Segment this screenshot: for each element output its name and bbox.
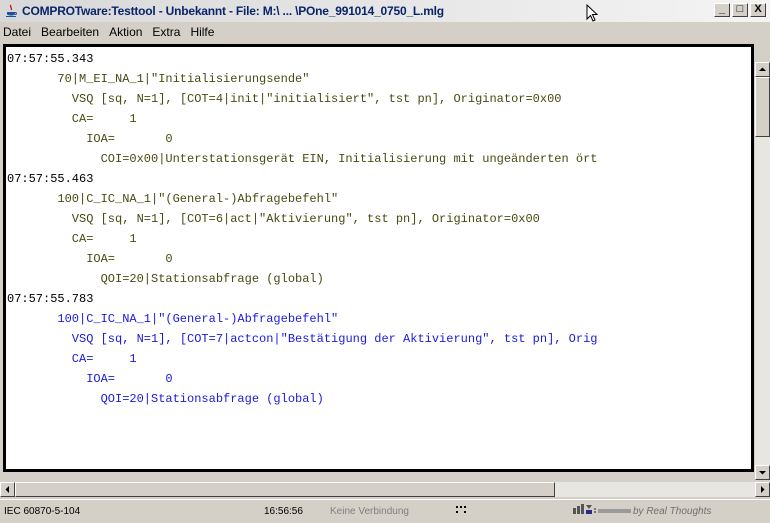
log-entry-line: IOA= 0 (86, 372, 173, 386)
scroll-up-button[interactable] (755, 62, 770, 77)
connection-dots-icon (455, 504, 473, 519)
log-entry-line: 100|C_IC_NA_1|"(General-)Abfragebefehl" (57, 312, 339, 326)
scroll-down-button[interactable] (755, 465, 770, 480)
menu-extra[interactable]: Extra (147, 25, 185, 39)
status-bar: IEC 60870-5-104 16:56:56 Keine Verbindun… (0, 499, 770, 523)
status-connection: Keine Verbindung (330, 506, 409, 517)
log-entry-line: 70|M_EI_NA_1|"Initialisierungsende" (57, 72, 310, 86)
menu-bearbeiten[interactable]: Bearbeiten (36, 25, 104, 39)
log-entry-line: VSQ [sq, N=1], [COT=7|actcon|"Bestätigun… (71, 332, 598, 346)
status-brand: by Real Thoughts (633, 506, 712, 517)
menu-aktion[interactable]: Aktion (104, 25, 147, 39)
menu-datei[interactable]: Datei (0, 25, 36, 39)
log-list: 07:57:55.343 70|M_EI_NA_1|"Initialisierun… (7, 49, 597, 409)
menu-hilfe[interactable]: Hilfe (185, 25, 219, 39)
vertical-scroll-thumb[interactable] (755, 77, 770, 137)
log-entry-line: CA= 1 (71, 112, 137, 126)
log-entry-line: 100|C_IC_NA_1|"(General-)Abfragebefehl" (57, 192, 339, 206)
log-entry-line: IOA= 0 (86, 132, 173, 146)
java-app-icon (4, 4, 18, 18)
maximize-button[interactable]: □ (732, 3, 748, 17)
log-entry-line: IOA= 0 (86, 252, 173, 266)
horizontal-scroll-thumb[interactable] (15, 482, 555, 497)
window-title: COMPROTware:Testtool - Unbekannt - File:… (22, 4, 444, 18)
minimize-button[interactable]: _ (714, 3, 730, 17)
title-bar: COMPROTware:Testtool - Unbekannt - File:… (0, 0, 770, 22)
status-time: 16:56:56 (264, 506, 303, 517)
vertical-scrollbar[interactable] (755, 62, 770, 480)
scroll-left-button[interactable] (0, 482, 15, 497)
log-entry-line: CA= 1 (71, 352, 137, 366)
arrow-down-icon (759, 471, 766, 475)
log-panel[interactable]: 07:57:55.343 70|M_EI_NA_1|"Initialisierun… (3, 44, 754, 472)
log-entry-line: QOI=20|Stationsabfrage (global) (100, 272, 324, 286)
menu-bar: Datei Bearbeiten Aktion Extra Hilfe (0, 22, 770, 42)
arrow-right-icon (761, 486, 765, 493)
scroll-right-button[interactable] (755, 482, 770, 497)
horizontal-scrollbar[interactable] (0, 482, 770, 497)
log-entry-line: QOI=20|Stationsabfrage (global) (100, 392, 324, 406)
log-timestamp: 07:57:55.783 (7, 292, 94, 306)
log-timestamp: 07:57:55.463 (7, 172, 94, 186)
brand-logo-icon (573, 504, 633, 519)
log-entry-line: CA= 1 (71, 232, 137, 246)
status-protocol: IEC 60870-5-104 (4, 506, 81, 517)
log-entry-line: VSQ [sq, N=1], [COT=6|act|"Aktivierung",… (71, 212, 540, 226)
log-timestamp: 07:57:55.343 (7, 52, 94, 66)
log-entry-line: COI=0x00|Unterstationsgerät EIN, Initial… (100, 152, 598, 166)
close-button[interactable]: X (750, 3, 766, 17)
arrow-left-icon (5, 486, 9, 493)
log-entry-line: VSQ [sq, N=1], [COT=4|init|"initialisier… (71, 92, 562, 106)
arrow-up-icon (759, 67, 766, 71)
